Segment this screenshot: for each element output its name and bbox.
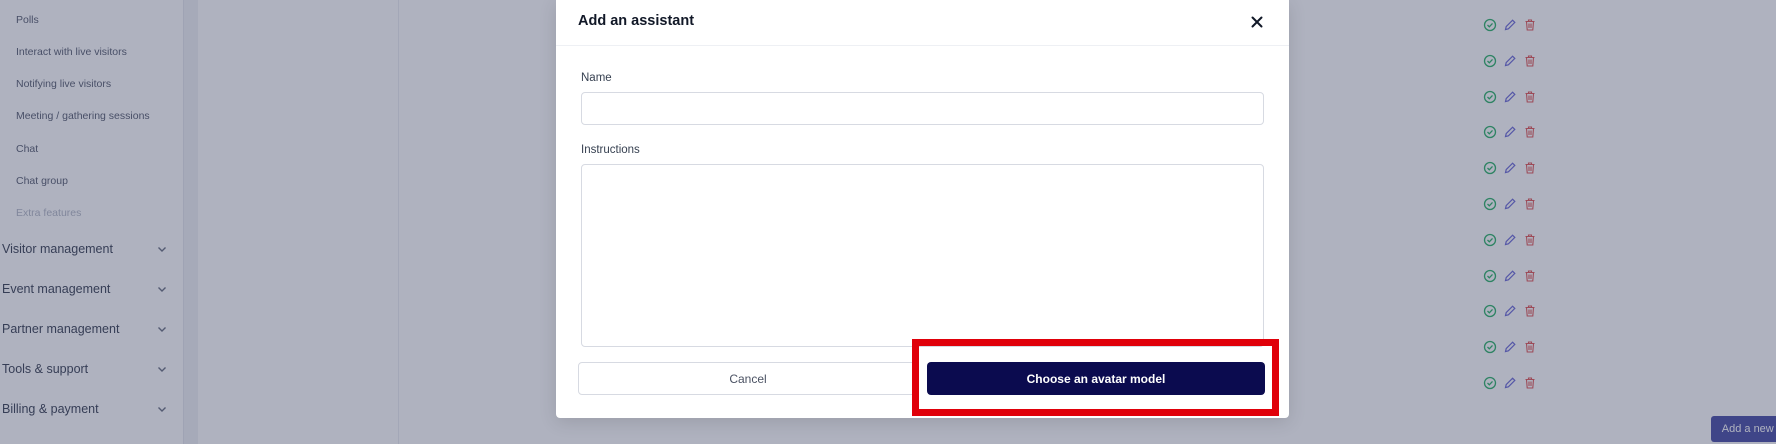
instructions-label: Instructions xyxy=(581,144,640,156)
name-label: Name xyxy=(581,72,612,84)
close-button[interactable] xyxy=(1248,13,1266,31)
modal-header: Add an assistant xyxy=(556,0,1289,46)
cancel-button[interactable]: Cancel xyxy=(578,362,918,395)
name-input[interactable] xyxy=(581,92,1264,125)
close-icon xyxy=(1251,16,1263,28)
modal-title: Add an assistant xyxy=(578,13,695,29)
highlight-box xyxy=(912,339,1279,416)
instructions-textarea[interactable] xyxy=(581,164,1264,347)
